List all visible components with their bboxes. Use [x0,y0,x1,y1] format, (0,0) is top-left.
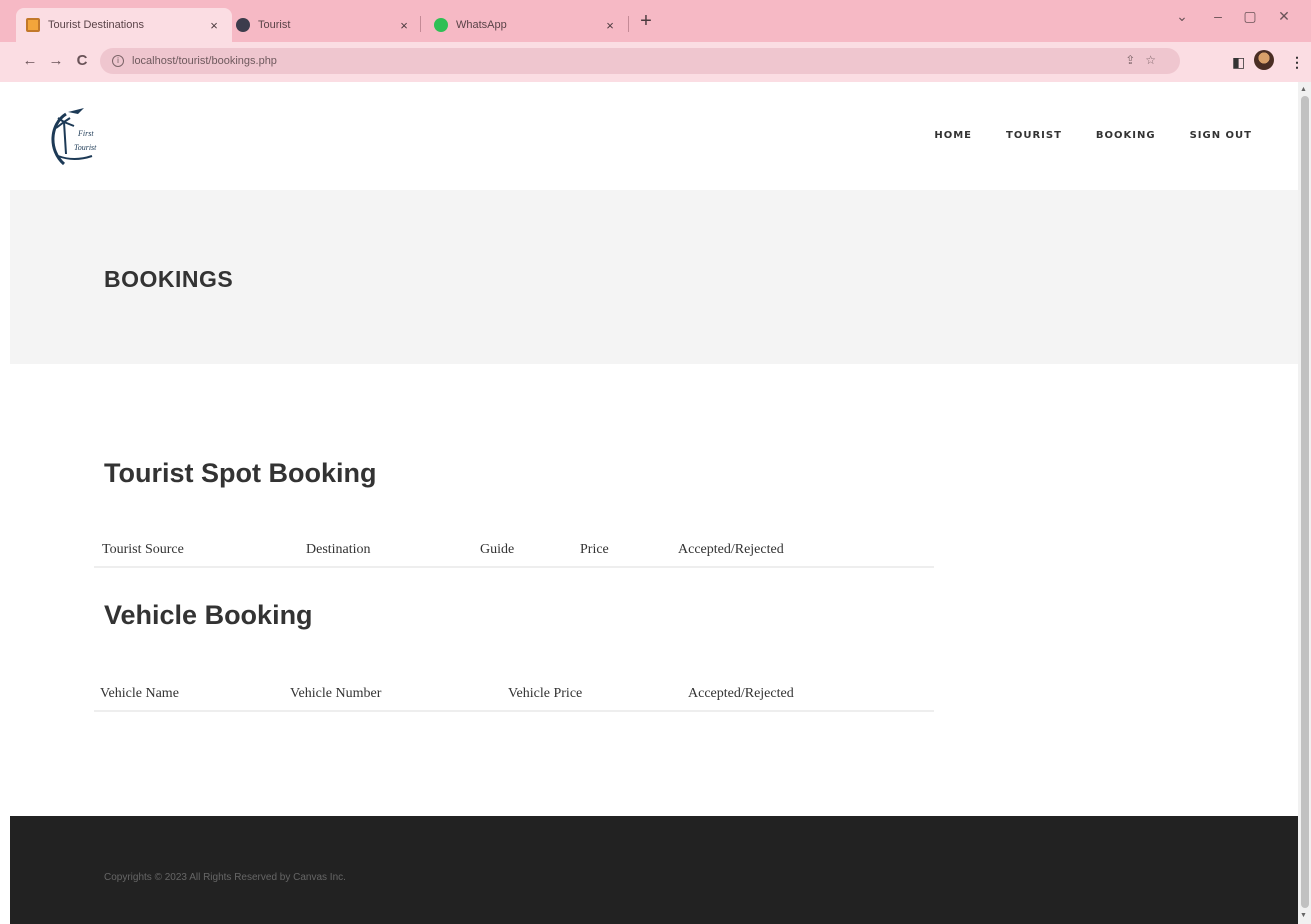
scroll-down-icon[interactable]: ▼ [1300,912,1307,919]
back-arrow-icon[interactable]: ← [20,52,40,69]
nav-sign-out[interactable]: SIGN OUT [1190,130,1252,141]
svg-text:First: First [77,129,94,138]
tab-title: Tourist Destinations [48,19,144,31]
web-page: First Tourist HOME TOURIST BOOKING SIGN … [10,82,1298,924]
site-info-icon[interactable]: i [112,55,124,67]
tab-whatsapp[interactable]: WhatsApp × [424,8,628,42]
tab-search-icon[interactable]: ⌄ [1170,8,1194,25]
close-tab-icon[interactable]: × [602,18,618,33]
scroll-up-icon[interactable]: ▲ [1300,86,1307,93]
whatsapp-favicon-icon [434,18,448,32]
column-header: Tourist Source [102,542,184,557]
scrollbar-thumb[interactable] [1301,96,1309,908]
tab-separator [628,16,629,32]
share-bookmark-icons[interactable]: ⇪☆ [1125,53,1166,67]
column-header: Price [580,542,609,557]
tab-title: Tourist [258,19,291,31]
first-tourist-logo[interactable]: First Tourist [44,104,120,170]
column-header: Vehicle Price [508,686,583,701]
menu-kebab-icon[interactable]: ⋮ [1290,54,1304,71]
nav-booking[interactable]: BOOKING [1096,130,1156,141]
profile-avatar[interactable] [1254,50,1274,70]
site-header: First Tourist HOME TOURIST BOOKING SIGN … [10,82,1298,190]
new-tab-button[interactable]: + [636,10,656,33]
sidebar-icon[interactable]: ◧ [1232,54,1245,71]
browser-chrome: Tourist Destinations × Tourist × WhatsAp… [0,0,1311,82]
column-header: Vehicle Number [290,686,382,701]
site-footer: Copyrights © 2023 All Rights Reserved by… [10,816,1298,924]
column-header: Accepted/Rejected [688,686,794,701]
copyright-text: Copyrights © 2023 All Rights Reserved by… [104,872,346,883]
tab-strip: Tourist Destinations × Tourist × WhatsAp… [0,0,1311,42]
close-tab-icon[interactable]: × [396,18,412,33]
page-title: BOOKINGS [104,266,234,292]
vehicle-booking-table-header: Vehicle Name Vehicle Number Vehicle Pric… [94,678,934,712]
main-nav: HOME TOURIST BOOKING SIGN OUT [934,130,1252,141]
tab-tourist[interactable]: Tourist × [226,8,422,42]
column-header: Accepted/Rejected [678,542,784,557]
vehicle-booking-title: Vehicle Booking [104,600,313,630]
tourist-favicon-icon [236,18,250,32]
close-tab-icon[interactable]: × [206,18,222,33]
column-header: Guide [480,542,515,557]
page-banner: BOOKINGS [10,190,1298,364]
document-favicon-icon [26,18,40,32]
tab-title: WhatsApp [456,19,507,31]
tourist-booking-title: Tourist Spot Booking [104,458,377,488]
reload-icon[interactable]: C [72,52,92,69]
window-close-icon[interactable]: ✕ [1272,8,1296,25]
tab-separator [420,16,421,32]
forward-arrow-icon[interactable]: → [46,52,66,69]
tourist-booking-table-header: Tourist Source Destination Guide Price A… [94,534,934,568]
browser-toolbar: ← → C i localhost/tourist/bookings.php ⇪… [0,42,1311,82]
column-header: Destination [306,542,371,557]
nav-tourist[interactable]: TOURIST [1006,130,1062,141]
maximize-icon[interactable]: ▢ [1238,8,1262,25]
svg-text:Tourist: Tourist [74,143,97,152]
minimize-icon[interactable]: – [1206,8,1230,24]
tab-tourist-destinations[interactable]: Tourist Destinations × [16,8,232,42]
column-header: Vehicle Name [100,686,179,701]
nav-home[interactable]: HOME [934,130,972,141]
url-text: localhost/tourist/bookings.php [132,55,277,67]
address-bar[interactable]: i localhost/tourist/bookings.php ⇪☆ [100,48,1180,74]
